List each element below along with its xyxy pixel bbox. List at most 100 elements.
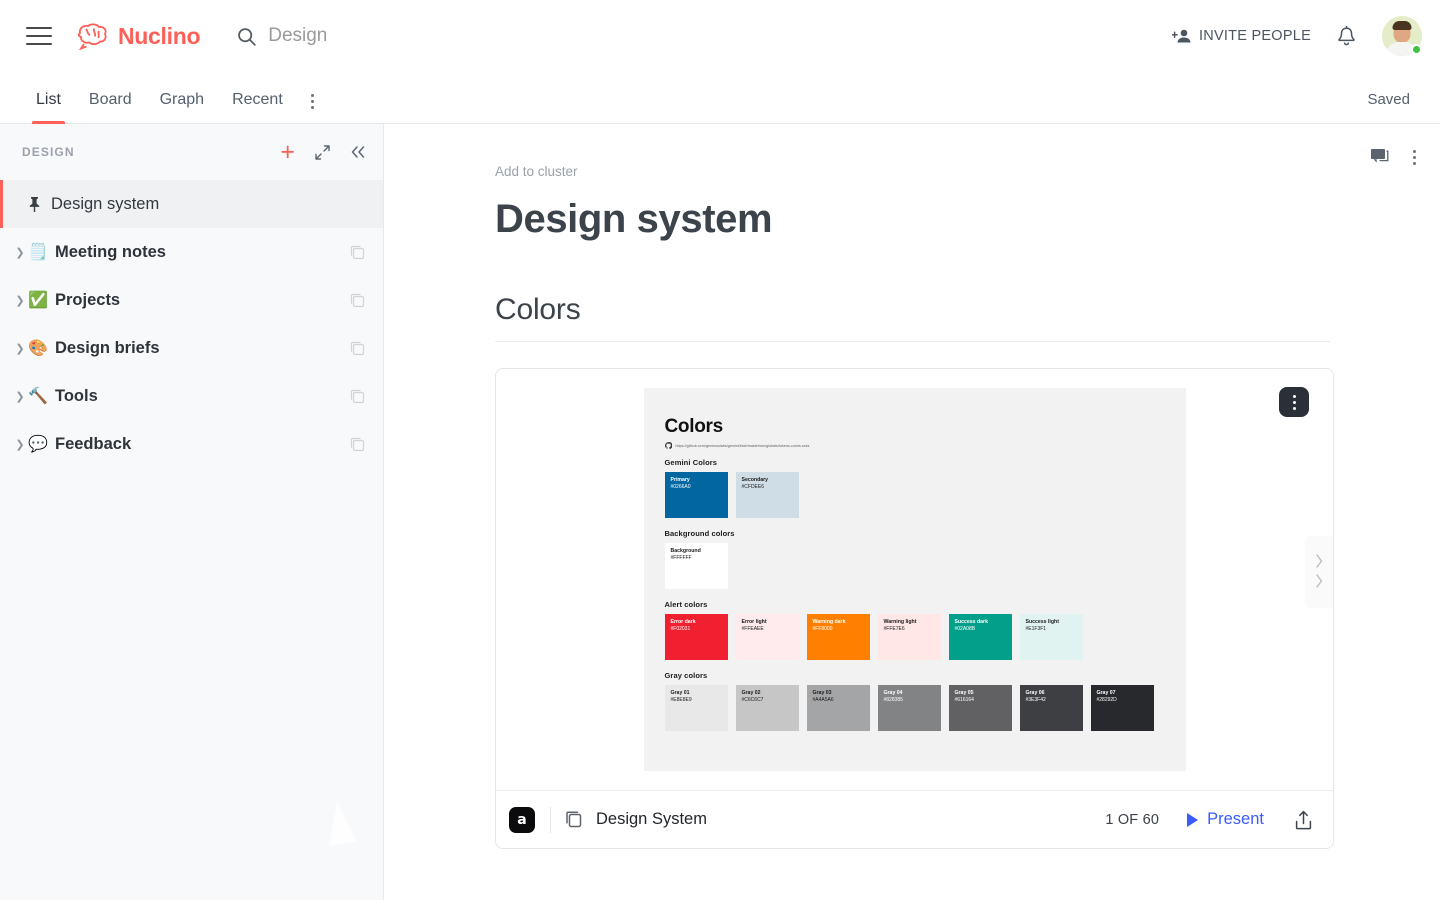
duplicate-icon[interactable]: [350, 245, 365, 260]
swatch-hex: #FFE7E6: [883, 626, 905, 633]
color-swatch: Success dark #02A08B: [948, 614, 1012, 660]
sidebar-item-tools[interactable]: ❯ 🔨 Tools: [0, 372, 383, 420]
sidebar-item-projects[interactable]: ❯ ✅ Projects: [0, 276, 383, 324]
chevron-right-icon[interactable]: ❯: [12, 438, 28, 451]
add-to-cluster-button[interactable]: Add to cluster: [495, 164, 1330, 179]
online-status-dot: [1411, 44, 1422, 55]
tab-recent[interactable]: Recent: [218, 92, 297, 123]
swatch-name: Warning dark: [812, 619, 846, 625]
duplicate-icon[interactable]: [350, 437, 365, 452]
chevron-right-icon[interactable]: ❯: [12, 390, 28, 403]
add-item-button[interactable]: +: [280, 139, 295, 165]
swatch-name: Gray 07: [1096, 690, 1116, 696]
swatch-name: Success dark: [954, 619, 988, 625]
top-bar-actions: INVITE PEOPLE: [1162, 16, 1440, 56]
palette-icon: 🎨: [28, 340, 48, 357]
next-slide-button[interactable]: [1305, 536, 1333, 608]
page-title: Design system: [495, 197, 773, 241]
slide-source-link[interactable]: https://github.com/geneuuslabs/gemini/bl…: [664, 442, 1166, 449]
collapse-sidebar-button[interactable]: [350, 145, 366, 159]
hammer-icon: 🔨: [28, 388, 48, 405]
color-swatch: Gray 01 #E8E8E9: [664, 685, 728, 731]
user-avatar-button[interactable]: [1382, 16, 1422, 56]
swatch-hex: #A4A5A6: [812, 697, 834, 704]
chevron-right-icon[interactable]: ❯: [12, 342, 28, 355]
chevron-right-icon[interactable]: ❯: [12, 294, 28, 307]
brand-logo-area[interactable]: Nuclino: [74, 22, 201, 50]
swatch-name: Gray 06: [1025, 690, 1045, 696]
search-input[interactable]: Design: [236, 25, 327, 47]
sidebar-item-feedback[interactable]: ❯ 💬 Feedback: [0, 420, 383, 468]
share-button[interactable]: [1294, 810, 1313, 830]
embed-footer-bar: a Design System 1 OF 60 Present: [496, 790, 1333, 848]
tab-graph[interactable]: Graph: [146, 92, 218, 123]
present-label: Present: [1207, 810, 1264, 828]
swatch-hex: #E8E8E9: [670, 697, 692, 704]
slide-source-url: https://github.com/geneuuslabs/gemini/bl…: [675, 443, 810, 448]
swatch-hex: #C6C6C7: [741, 697, 764, 704]
comment-icon: [1371, 149, 1389, 163]
chevron-right-icon[interactable]: ❯: [12, 246, 28, 259]
swatch-hex: #28292D: [1096, 697, 1117, 704]
color-swatch: Error light #FFEAEE: [735, 614, 799, 660]
speech-balloon-icon: 💬: [28, 436, 48, 453]
bell-icon: [1338, 25, 1355, 45]
document-menu-button[interactable]: [1409, 146, 1420, 169]
swatch-hex: #616164: [954, 697, 974, 704]
embed-options-button[interactable]: [1279, 387, 1309, 417]
sidebar-header: DESIGN +: [0, 124, 383, 180]
swatch-name: Error light: [741, 619, 767, 625]
save-status-label: Saved: [1367, 91, 1410, 108]
swatch-group-title: Gemini Colors: [664, 458, 718, 467]
sidebar-item-label: Design briefs: [55, 338, 160, 357]
top-bar: Nuclino Design INVITE PEOPLE: [0, 0, 1440, 72]
comments-button[interactable]: [1366, 144, 1393, 170]
duplicate-icon[interactable]: [350, 341, 365, 356]
sidebar-header-actions: +: [280, 139, 366, 165]
sidebar-item-design-briefs[interactable]: ❯ 🎨 Design briefs: [0, 324, 383, 372]
sidebar-workspace-title: DESIGN: [22, 145, 75, 159]
swatch-name: Warning light: [883, 619, 917, 625]
sidebar-item-design-system[interactable]: Design system: [0, 180, 383, 228]
swatch-group-gemini-colors: Gemini Colors Primary #0266A0 Secondary …: [664, 458, 1166, 518]
swatch-name: Success light: [1025, 619, 1059, 625]
tab-board[interactable]: Board: [75, 92, 146, 123]
sidebar-item-meeting-notes[interactable]: ❯ 🗒️ Meeting notes: [0, 228, 383, 276]
add-person-icon: [1171, 29, 1191, 43]
main-content: Add to cluster Design system Colors Colo…: [384, 124, 1440, 900]
invite-people-button[interactable]: INVITE PEOPLE: [1162, 20, 1321, 52]
present-button[interactable]: Present: [1187, 810, 1264, 829]
embed-footer-actions: 1 OF 60 Present: [1105, 810, 1313, 830]
slide-embed-card[interactable]: Colors https://github.com/geneuuslabs/ge…: [495, 368, 1334, 849]
expand-sidebar-button[interactable]: [315, 144, 330, 160]
github-icon: [664, 442, 672, 449]
swatch-group-background-colors: Background colors Background #FFFFFF: [664, 529, 1166, 589]
color-swatch: Gray 05 #616164: [948, 685, 1012, 731]
swatch-hex: #FF8000: [812, 626, 833, 633]
tab-list[interactable]: List: [22, 92, 75, 124]
swatch-name: Gray 04: [883, 690, 903, 696]
color-swatch: Primary #0266A0: [664, 472, 728, 518]
slide-heading: Colors: [664, 416, 724, 437]
invite-people-label: INVITE PEOPLE: [1198, 28, 1311, 44]
tabs-overflow-button[interactable]: [297, 94, 328, 123]
duplicate-icon[interactable]: [350, 293, 365, 308]
color-swatch: Gray 07 #28292D: [1090, 685, 1154, 731]
menu-icon[interactable]: [26, 27, 52, 45]
duplicate-icon[interactable]: [350, 389, 365, 404]
swatch-group-gray-colors: Gray colors Gray 01 #E8E8E9 Gray 02 #C6C…: [664, 671, 1166, 731]
swatch-name: Gray 02: [741, 690, 761, 696]
vertical-dots-icon: [1413, 149, 1416, 165]
swatch-hex: #FFEAEE: [741, 626, 764, 633]
notifications-button[interactable]: [1321, 18, 1372, 55]
color-swatch: Warning dark #FF8000: [806, 614, 870, 660]
swatch-hex: #F02031: [670, 626, 691, 633]
swatch-hex: #828385: [883, 697, 903, 704]
swatch-group-title: Gray colors: [664, 671, 708, 680]
swatch-hex: #02A08B: [954, 626, 976, 633]
color-swatch: Warning light #FFE7E6: [877, 614, 941, 660]
pin-icon: [24, 196, 44, 213]
slide-canvas: Colors https://github.com/geneuuslabs/ge…: [643, 388, 1186, 771]
swatch-hex: #0266A0: [670, 484, 691, 491]
notepad-icon: 🗒️: [28, 244, 48, 261]
